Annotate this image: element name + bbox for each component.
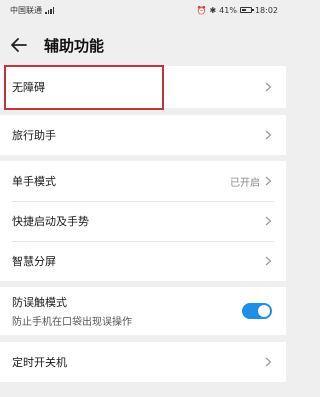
smart-split-label: 智慧分屏 (12, 255, 56, 268)
page-title: 辅助功能 (44, 36, 105, 55)
chevron-right-icon (265, 256, 272, 266)
back-arrow-icon[interactable] (10, 36, 28, 54)
mistouch-description: 防止手机在口袋出现误操作 (12, 317, 132, 328)
one-hand-mode-row[interactable]: 单手模式 已开启 (0, 161, 286, 201)
carrier-label: 中国联通 (10, 5, 42, 15)
shortcut-gestures-label: 快捷启动及手势 (12, 215, 89, 228)
battery-percent: 41% (219, 5, 237, 15)
chevron-right-icon (265, 176, 272, 186)
app-header: 辅助功能 (0, 26, 286, 64)
bluetooth-icon: ✱ (209, 5, 217, 15)
chevron-right-icon (265, 216, 272, 226)
mistouch-row[interactable]: 防误触模式 防止手机在口袋出现误操作 (0, 287, 286, 335)
one-hand-mode-status: 已开启 (230, 177, 260, 189)
chevron-right-icon (265, 82, 272, 92)
mistouch-text: 防误触模式 防止手机在口袋出现误操作 (12, 294, 242, 328)
travel-assistant-label: 旅行助手 (12, 129, 56, 142)
alarm-icon: ⏰ (196, 5, 207, 15)
mistouch-label: 防误触模式 (12, 296, 67, 309)
chevron-right-icon (265, 130, 272, 140)
shortcut-gestures-row[interactable]: 快捷启动及手势 (0, 201, 286, 241)
status-bar: 中国联通 ⏰ ✱ 41% 18:02 (0, 0, 286, 20)
scheduled-power-row[interactable]: 定时开关机 (0, 342, 286, 382)
clock: 18:02 (254, 5, 278, 15)
chevron-right-icon (265, 357, 272, 367)
scheduled-power-label: 定时开关机 (12, 356, 67, 369)
smart-split-row[interactable]: 智慧分屏 (0, 241, 286, 281)
mistouch-toggle[interactable] (242, 303, 272, 319)
battery-icon (239, 7, 254, 13)
signal-icon (45, 6, 54, 14)
one-hand-mode-label: 单手模式 (12, 175, 56, 188)
travel-assistant-row[interactable]: 旅行助手 (0, 115, 286, 155)
highlight-box (4, 65, 164, 110)
